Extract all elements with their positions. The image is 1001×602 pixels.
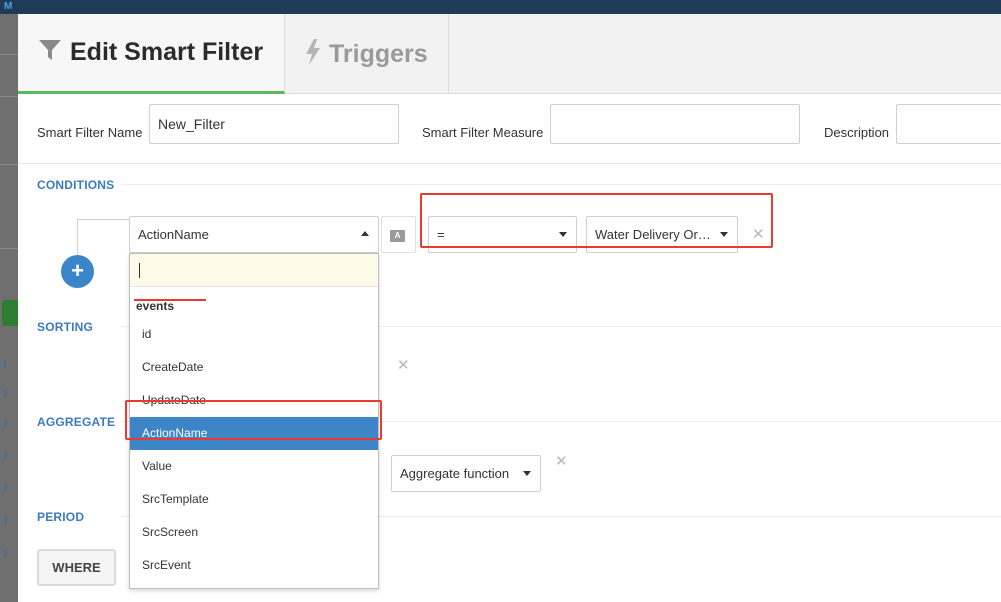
caret-up-icon (361, 231, 369, 236)
drag-handle-icon: ⋮ (1, 419, 10, 429)
condition-field-value: ActionName (138, 227, 209, 242)
description-input[interactable] (896, 104, 1001, 144)
tab-edit-label: Edit Smart Filter (70, 38, 264, 66)
field-type-badge: A (390, 230, 405, 242)
dropdown-group-label: events (136, 299, 175, 313)
dropdown-item-srcevent[interactable]: SrcEvent (130, 549, 378, 582)
add-condition-button[interactable]: + (61, 255, 94, 288)
condition-field-select[interactable]: ActionName (129, 216, 379, 253)
background-divider (0, 54, 18, 55)
dropdown-item-createdate[interactable]: CreateDate (130, 351, 378, 384)
drag-handle-icon: ⋮ (1, 483, 10, 493)
tab-triggers-label: Triggers (329, 39, 428, 68)
edit-smart-filter-modal: Edit Smart Filter Triggers Smart Filter … (18, 14, 1001, 602)
condition-connector (77, 219, 129, 220)
conditions-section-title: CONDITIONS (37, 178, 115, 192)
tab-triggers[interactable]: Triggers (285, 14, 449, 94)
annotation-highlight-box (125, 400, 382, 440)
aggregate-function-select[interactable]: Aggregate function (391, 455, 541, 492)
lightning-icon (305, 38, 321, 70)
aggregate-section-title: AGGREGATE (37, 415, 116, 429)
drag-handle-icon: ⋮ (1, 516, 10, 526)
drag-handle-icon: ⋮ (1, 549, 10, 559)
description-label: Description (824, 125, 890, 140)
remove-aggregate-icon[interactable]: ✕ (555, 452, 568, 470)
background-left-panel: ⋮ ⋮ ⋮ ⋮ ⋮ ⋮ ⋮ (0, 14, 18, 602)
annotation-highlight-box (420, 193, 773, 248)
filter-measure-label: Smart Filter Measure (422, 125, 544, 140)
chevron-down-icon (523, 471, 531, 476)
section-divider (121, 184, 1001, 185)
filter-properties-row: Smart Filter Name New_Filter Smart Filte… (18, 94, 1001, 164)
modal-tab-bar: Edit Smart Filter Triggers (18, 14, 1001, 94)
dropdown-item-srctemplate[interactable]: SrcTemplate (130, 483, 378, 516)
drag-handle-icon: ⋮ (1, 359, 10, 369)
remove-sort-icon[interactable]: ✕ (397, 356, 410, 374)
annotation-underline (134, 299, 206, 301)
background-top-bar: M (0, 0, 1001, 14)
drag-handle-icon: ⋮ (1, 389, 10, 399)
background-divider (0, 164, 18, 165)
background-divider (0, 96, 18, 97)
app-logo-icon: M (4, 1, 13, 12)
text-cursor (139, 263, 140, 278)
sorting-section-title: SORTING (37, 320, 94, 334)
filter-name-label: Smart Filter Name (37, 125, 143, 140)
where-button[interactable]: WHERE (37, 549, 116, 586)
dropdown-item-id[interactable]: id (130, 318, 378, 351)
drag-handle-icon: ⋮ (1, 451, 10, 461)
filter-name-input[interactable]: New_Filter (149, 104, 399, 144)
period-section-title: PERIOD (37, 510, 85, 524)
dropdown-item-srcscreen[interactable]: SrcScreen (130, 516, 378, 549)
background-divider (0, 248, 18, 249)
dropdown-search-input[interactable] (130, 254, 378, 287)
tab-edit-smart-filter[interactable]: Edit Smart Filter (18, 14, 285, 94)
background-green-button (2, 300, 18, 326)
aggregate-function-placeholder: Aggregate function (400, 466, 510, 481)
filter-measure-input[interactable] (550, 104, 800, 144)
filter-icon (38, 38, 62, 67)
dropdown-item-value[interactable]: Value (130, 450, 378, 483)
